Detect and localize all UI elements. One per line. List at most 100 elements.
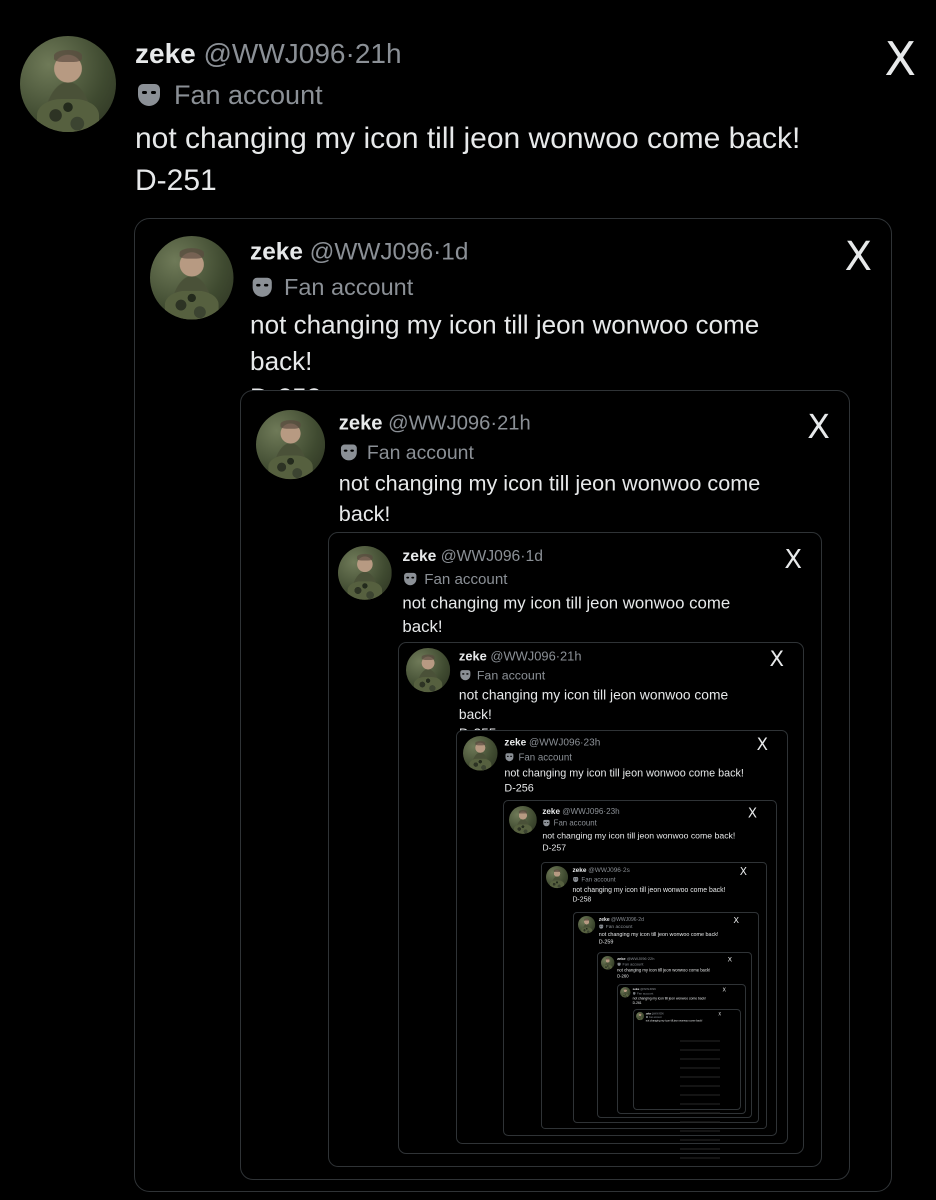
theater-mask-icon bbox=[460, 670, 471, 681]
x-logo-icon[interactable]: X bbox=[845, 236, 872, 276]
handle-and-time: @WWJ096·2s bbox=[586, 866, 630, 874]
tweet-body: not changing my icon till jeon wonwoo co… bbox=[617, 967, 723, 979]
handle-and-time: @WWJ096·1d bbox=[302, 237, 469, 265]
x-logo-icon[interactable]: X bbox=[718, 1012, 721, 1016]
avatar[interactable] bbox=[578, 916, 596, 934]
theater-mask-icon bbox=[138, 84, 160, 106]
account-label: Fan account bbox=[459, 667, 756, 683]
tweet-header: zeke @WWJ096·21h bbox=[135, 36, 856, 72]
avatar[interactable] bbox=[601, 956, 615, 970]
account-label-text: Fan account bbox=[283, 274, 414, 301]
avatar[interactable] bbox=[509, 806, 537, 834]
tweet-message: not changing my icon till jeon wonwoo co… bbox=[504, 766, 744, 779]
account-label-text: Fan account bbox=[518, 751, 572, 763]
handle-and-time: @WWJ096·21h bbox=[382, 411, 531, 434]
avatar[interactable] bbox=[256, 410, 326, 480]
x-logo-icon[interactable]: X bbox=[733, 916, 739, 924]
display-name[interactable]: zeke bbox=[617, 956, 626, 960]
x-logo-icon[interactable]: X bbox=[807, 410, 830, 443]
tweet-text-column: zeke @WWJ096·23h Fan account not changing … bbox=[504, 736, 746, 796]
tweet-body: not changing my icon till jeon wonwoo co… bbox=[599, 931, 728, 946]
account-label: Fan account bbox=[504, 751, 746, 763]
x-logo-icon[interactable]: X bbox=[740, 866, 747, 877]
handle-and-time: @WWJ096 bbox=[650, 1012, 664, 1015]
avatar[interactable] bbox=[150, 236, 234, 320]
account-label: Fan account bbox=[632, 991, 720, 996]
tweet-body: not changing my icon till jeon wonwoo co… bbox=[633, 996, 720, 1005]
avatar[interactable] bbox=[338, 546, 392, 600]
theater-mask-icon bbox=[617, 962, 621, 966]
account-label-text: Fan account bbox=[366, 441, 474, 464]
display-name[interactable]: zeke bbox=[402, 547, 436, 564]
handle-and-time: @WWJ096·23h bbox=[526, 736, 601, 748]
tweet-text-column: zeke @WWJ096·2s Fan account not changing m… bbox=[572, 866, 733, 904]
countdown-text: D-261 bbox=[632, 1001, 642, 1005]
avatar[interactable] bbox=[620, 987, 631, 998]
tweet-text-column: zeke @WWJ096·22h Fan account not changing … bbox=[617, 956, 723, 979]
handle-and-time: @WWJ096·21h bbox=[486, 648, 582, 664]
tweet-body: not changing my icon till jeon wonwoo co… bbox=[135, 118, 856, 202]
tweet-message: not changing my icon till jeon wonwoo co… bbox=[250, 310, 760, 377]
display-name[interactable]: zeke bbox=[135, 38, 196, 69]
theater-mask-icon bbox=[252, 277, 272, 297]
theater-mask-icon bbox=[543, 819, 550, 827]
display-name[interactable]: zeke bbox=[339, 411, 383, 433]
theater-mask-icon bbox=[632, 992, 636, 995]
tweet-header: zeke @WWJ096·2d bbox=[599, 916, 728, 922]
display-name[interactable]: zeke bbox=[633, 987, 640, 990]
avatar[interactable] bbox=[636, 1012, 645, 1021]
avatar[interactable] bbox=[406, 648, 451, 693]
countdown-text: D-257 bbox=[542, 843, 567, 853]
tweet-header: zeke @WWJ096·21h bbox=[459, 648, 756, 665]
tweet-header: zeke @WWJ096·1d bbox=[250, 236, 820, 267]
display-name[interactable]: zeke bbox=[572, 866, 586, 873]
account-label-text: Fan account bbox=[622, 962, 644, 967]
x-logo-icon[interactable]: X bbox=[770, 648, 784, 669]
tweet-header: zeke @WWJ096·2s bbox=[572, 866, 733, 874]
recursive-depth-fade bbox=[680, 1040, 720, 1160]
account-label-text: Fan account bbox=[476, 668, 546, 683]
account-label-text: Fan account bbox=[605, 923, 633, 930]
handle-and-time: @WWJ096·1d bbox=[436, 547, 543, 565]
display-name[interactable]: zeke bbox=[542, 807, 560, 816]
x-logo-icon[interactable]: X bbox=[723, 987, 726, 992]
tweet-header: zeke @WWJ096·23h bbox=[504, 736, 746, 749]
display-name[interactable]: zeke bbox=[504, 737, 526, 748]
x-logo-icon[interactable]: X bbox=[748, 806, 757, 819]
tweet-message: not changing my icon till jeon wonwoo co… bbox=[402, 594, 731, 637]
x-logo-icon[interactable]: X bbox=[757, 736, 768, 753]
handle-and-time: @WWJ096·22h bbox=[625, 956, 655, 961]
avatar[interactable] bbox=[20, 36, 116, 132]
account-label: Fan account bbox=[599, 924, 728, 930]
account-label: Fan account bbox=[250, 273, 820, 303]
avatar[interactable] bbox=[463, 736, 498, 771]
display-name[interactable]: zeke bbox=[250, 238, 303, 265]
theater-mask-icon bbox=[340, 444, 357, 461]
tweet-header: zeke @WWJ096·22h bbox=[617, 956, 723, 961]
account-label: Fan account bbox=[572, 876, 733, 884]
display-name[interactable]: zeke bbox=[599, 916, 610, 922]
x-logo-icon[interactable]: X bbox=[728, 956, 732, 962]
x-logo-icon[interactable]: X bbox=[884, 36, 916, 82]
theater-mask-icon bbox=[404, 572, 417, 586]
countdown-text: D-256 bbox=[504, 782, 534, 794]
tweet-header: zeke @WWJ096·21h bbox=[339, 410, 787, 436]
handle-and-time: @WWJ096·21h bbox=[195, 38, 402, 69]
account-label-text: Fan account bbox=[581, 876, 616, 884]
handle-and-time: @WWJ096 bbox=[639, 987, 656, 991]
tweet-message: not changing my icon till jeon wonwoo co… bbox=[458, 687, 729, 723]
avatar[interactable] bbox=[546, 866, 569, 889]
tweet-body: not changing my icon till jeon wonwoo co… bbox=[504, 766, 746, 796]
tweet-message: not changing my icon till jeon wonwoo co… bbox=[572, 885, 726, 894]
x-logo-icon[interactable]: X bbox=[784, 546, 802, 572]
tweet-body: not changing my icon till jeon wonwoo co… bbox=[542, 830, 739, 854]
display-name[interactable]: zeke bbox=[459, 649, 487, 663]
tweet-body: not changing my icon till jeon wonwoo co… bbox=[646, 1019, 716, 1023]
tweet-text-column: zeke @WWJ096 Fan account not changing my i… bbox=[646, 1012, 716, 1023]
account-label: Fan account bbox=[617, 962, 723, 967]
tweet-text-column: zeke @WWJ096·21h Fan account not changing … bbox=[135, 36, 856, 202]
tweet-message: not changing my icon till jeon wonwoo co… bbox=[645, 1019, 703, 1023]
account-label-text: Fan account bbox=[636, 991, 654, 996]
countdown-text: D-260 bbox=[617, 973, 629, 979]
tweet-message: not changing my icon till jeon wonwoo co… bbox=[135, 122, 801, 155]
